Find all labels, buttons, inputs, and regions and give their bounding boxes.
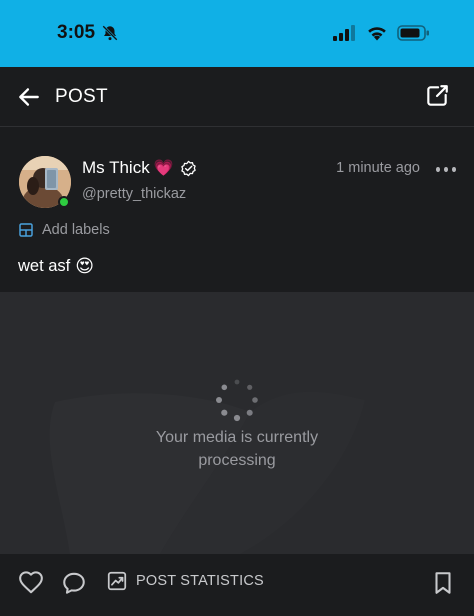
post-statistics-label: POST STATISTICS <box>136 573 264 589</box>
post-timestamp: 1 minute ago <box>336 160 420 176</box>
add-labels-button[interactable]: Add labels <box>18 222 110 238</box>
status-time: 3:05 <box>57 22 119 44</box>
status-bar: 3:05 <box>0 0 474 67</box>
processing-message-line-2: processing <box>198 452 276 469</box>
processing-message-line-1: Your media is currently <box>155 429 319 446</box>
author-handle[interactable]: @pretty_thickaz <box>82 186 186 202</box>
bottom-action-bar: POST STATISTICS <box>0 554 474 616</box>
post-text-content: wet asf <box>18 257 71 275</box>
heart-eyes-emoji: 😍 <box>75 256 95 276</box>
top-navigation-bar: POST <box>0 67 474 127</box>
battery-icon <box>397 25 429 41</box>
more-options-icon[interactable] <box>436 167 456 173</box>
page-title: POST <box>55 86 108 107</box>
share-icon[interactable] <box>424 83 450 109</box>
bell-slash-icon <box>102 25 118 41</box>
post-statistics-button[interactable]: POST STATISTICS <box>106 570 264 592</box>
online-status-indicator <box>58 196 70 208</box>
processing-message: Your media is currently processing <box>0 426 474 472</box>
heart-emoji: 💗 <box>153 160 174 177</box>
post-text: wet asf 😍 <box>18 256 94 277</box>
label-icon <box>19 223 33 237</box>
status-time-text: 3:05 <box>57 22 96 43</box>
status-icons <box>333 25 430 41</box>
verified-badge-icon <box>180 160 196 176</box>
comment-icon[interactable] <box>61 570 87 596</box>
post-header: Ms Thick 💗 @pretty_thickaz 1 minute ago … <box>0 128 474 292</box>
statistics-icon <box>107 571 127 591</box>
cellular-signal-icon <box>333 25 355 41</box>
loading-spinner-icon <box>216 379 258 422</box>
add-labels-label: Add labels <box>42 222 110 238</box>
author-name[interactable]: Ms Thick 💗 <box>82 158 197 178</box>
wifi-icon <box>368 27 386 41</box>
author-name-text: Ms Thick <box>82 158 150 177</box>
bookmark-icon[interactable] <box>430 570 456 596</box>
media-placeholder: Your media is currently processing <box>0 292 474 554</box>
like-heart-icon[interactable] <box>18 570 44 596</box>
watermark-logo <box>49 391 365 554</box>
back-arrow-icon[interactable] <box>16 84 42 110</box>
